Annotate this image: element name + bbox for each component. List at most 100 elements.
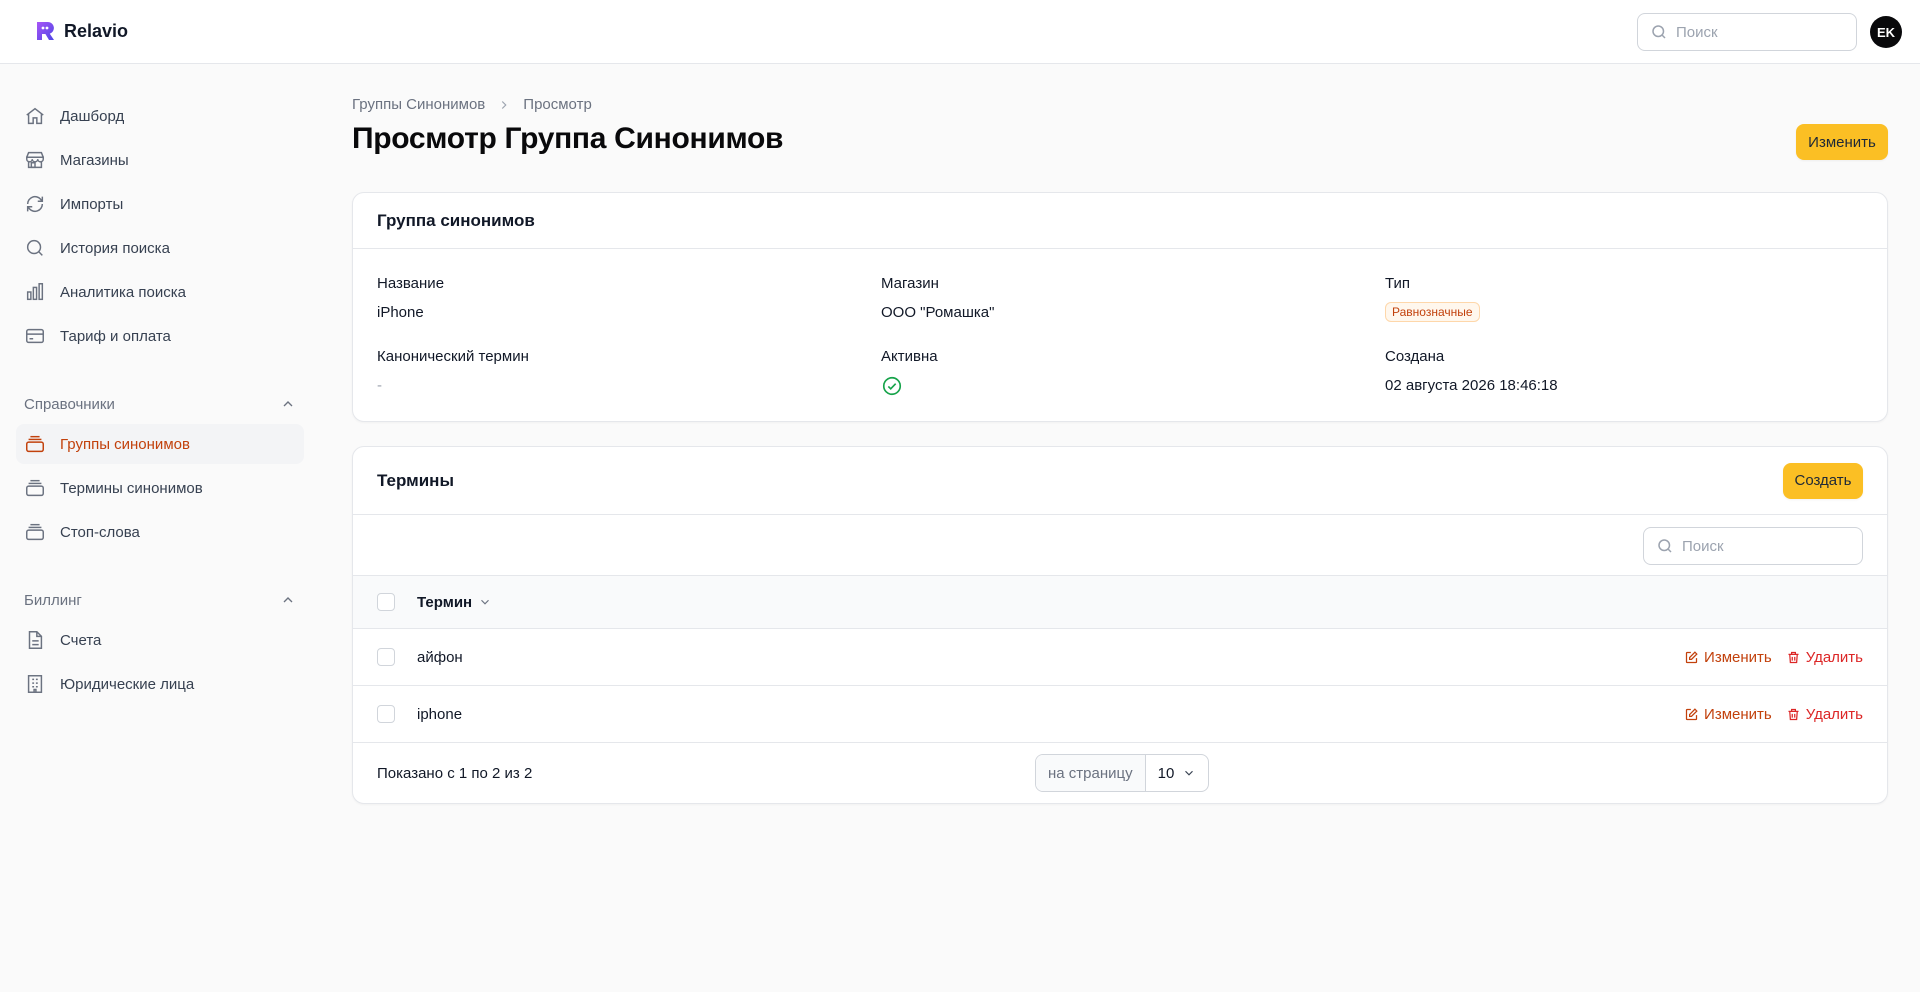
global-search[interactable] — [1637, 13, 1857, 51]
sidebar-item-search-history[interactable]: История поиска — [16, 228, 304, 268]
sidebar-item-stores[interactable]: Магазины — [16, 140, 304, 180]
breadcrumb: Группы Синонимов Просмотр — [352, 96, 592, 113]
sidebar-item-synonym-groups[interactable]: Группы синонимов — [16, 424, 304, 464]
per-page-value: 10 — [1157, 764, 1175, 782]
row-edit-button[interactable]: Изменить — [1684, 649, 1772, 666]
row-checkbox[interactable] — [377, 648, 395, 666]
sidebar-item-billing-plan[interactable]: Тариф и оплата — [16, 316, 304, 356]
sidebar-item-label: Стоп-слова — [60, 523, 140, 541]
column-header-term[interactable]: Термин — [417, 594, 492, 611]
sidebar-item-imports[interactable]: Импорты — [16, 184, 304, 224]
sidebar-group-label: Биллинг — [24, 591, 82, 609]
field-value: 02 августа 2026 18:46:18 — [1385, 377, 1558, 394]
field-label: Активна — [881, 348, 938, 365]
global-search-input[interactable] — [1676, 23, 1846, 41]
sidebar-group-directories[interactable]: Справочники — [16, 384, 304, 424]
chevron-down-icon — [1184, 770, 1193, 776]
building-icon — [27, 675, 43, 693]
sidebar-item-label: История поиска — [60, 239, 170, 257]
per-page-select[interactable]: 10 — [1146, 755, 1208, 791]
sidebar-item-stop-words[interactable]: Стоп-слова — [16, 512, 304, 552]
chevron-right-icon — [502, 100, 507, 109]
top-bar: Relavio EK — [0, 0, 1920, 64]
field-label: Тип — [1385, 275, 1411, 292]
row-delete-button[interactable]: Удалить — [1786, 706, 1863, 723]
row-checkbox[interactable] — [377, 705, 395, 723]
sidebar-item-label: Магазины — [60, 151, 129, 169]
sidebar-item-label: Группы синонимов — [60, 435, 190, 453]
row-edit-label: Изменить — [1704, 705, 1772, 723]
synonym-group-details-card: Группа синонимов Название iPhone Магазин… — [352, 192, 1888, 422]
sidebar-item-search-analytics[interactable]: Аналитика поиска — [16, 272, 304, 312]
pencil-square-icon — [1685, 650, 1698, 663]
field-label: Канонический термин — [377, 348, 529, 365]
column-header-label: Термин — [417, 593, 473, 611]
edit-button[interactable]: Изменить — [1796, 124, 1888, 160]
table-search-input[interactable] — [1682, 537, 1852, 555]
table-search[interactable] — [1643, 527, 1863, 565]
table-row: айфон Изменить Удалить — [353, 629, 1887, 686]
field-canonical-term: Канонический термин - — [377, 348, 857, 394]
pencil-square-icon — [1685, 707, 1698, 720]
sidebar-item-label: Термины синонимов — [60, 479, 203, 497]
breadcrumb-parent-link[interactable]: Группы Синонимов — [352, 96, 485, 113]
terms-card: Термины Создать Термин айфон Изменить Уд… — [352, 446, 1888, 804]
sidebar-item-label: Тариф и оплата — [60, 327, 171, 345]
sidebar-item-invoices[interactable]: Счета — [16, 620, 304, 660]
field-value: - — [377, 377, 382, 394]
home-icon — [26, 107, 44, 125]
sidebar-item-legal-entities[interactable]: Юридические лица — [16, 664, 304, 704]
brand[interactable]: Relavio — [34, 19, 128, 43]
sidebar-item-synonym-terms[interactable]: Термины синонимов — [16, 468, 304, 508]
page-title: Просмотр Группа Синонимов — [352, 122, 784, 155]
field-label: Магазин — [881, 275, 939, 292]
chevron-up-icon — [283, 597, 293, 603]
relavio-logo-icon — [37, 22, 54, 40]
term-cell: айфон — [417, 648, 463, 666]
chevron-up-icon — [283, 401, 293, 407]
card-title: Термины — [377, 470, 454, 490]
sidebar-item-label: Дашборд — [60, 107, 125, 125]
document-icon — [28, 631, 43, 649]
table-row: iphone Изменить Удалить — [353, 686, 1887, 743]
search-icon — [26, 239, 43, 256]
per-page-label: на страницу — [1036, 755, 1146, 791]
field-active: Активна — [881, 348, 1361, 397]
row-delete-button[interactable]: Удалить — [1786, 649, 1863, 666]
chevron-down-icon — [481, 599, 490, 605]
sidebar-item-label: Аналитика поиска — [60, 283, 186, 301]
sidebar-item-label: Юридические лица — [60, 675, 195, 693]
field-value: ООО "Ромашка" — [881, 304, 995, 321]
trash-icon — [1788, 651, 1799, 663]
pagination-summary: Показано с 1 по 2 из 2 — [377, 764, 533, 782]
row-edit-label: Изменить — [1704, 648, 1772, 666]
sidebar-item-label: Счета — [60, 631, 102, 649]
sidebar-group-billing[interactable]: Биллинг — [16, 580, 304, 620]
credit-card-icon — [26, 328, 44, 344]
field-store: Магазин ООО "Ромашка" — [881, 275, 1361, 321]
type-badge: Равнозначные — [1385, 302, 1480, 322]
sidebar: Дашборд Магазины Импорты История поиска … — [16, 96, 304, 708]
search-icon — [1652, 25, 1666, 39]
search-icon — [1658, 539, 1672, 553]
per-page-control: на страницу 10 — [1035, 754, 1209, 792]
table-toolbar — [353, 515, 1887, 576]
row-edit-button[interactable]: Изменить — [1684, 706, 1772, 723]
row-actions: Изменить Удалить — [1684, 649, 1863, 666]
field-type: Тип Равнозначные — [1385, 275, 1865, 322]
card-header: Группа синонимов — [353, 193, 1887, 249]
table-header: Термин — [353, 576, 1887, 629]
row-delete-label: Удалить — [1805, 648, 1863, 666]
create-button[interactable]: Создать — [1783, 462, 1863, 499]
table-footer: Показано с 1 по 2 из 2 на страницу 10 — [353, 743, 1887, 803]
stack-icon — [26, 523, 44, 541]
field-value: iPhone — [377, 304, 424, 321]
term-cell: iphone — [417, 705, 463, 723]
user-avatar[interactable]: EK — [1870, 16, 1902, 48]
trash-icon — [1788, 708, 1799, 720]
select-all-checkbox[interactable] — [377, 593, 395, 611]
stack-icon — [26, 435, 44, 453]
sidebar-item-label: Импорты — [60, 195, 124, 213]
sidebar-item-dashboard[interactable]: Дашборд — [16, 96, 304, 136]
field-created: Создана 02 августа 2026 18:46:18 — [1385, 348, 1865, 394]
